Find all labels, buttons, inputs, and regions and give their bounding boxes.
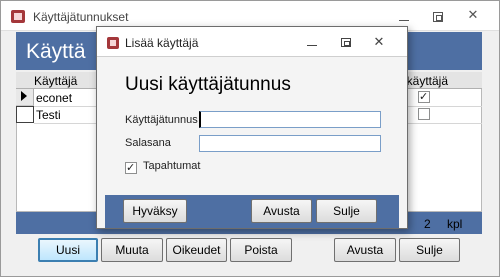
dialog-title: Lisää käyttäjä [125, 36, 199, 50]
record-count: 2 [424, 217, 431, 231]
close-icon[interactable]: ✕ [467, 8, 479, 21]
maximize-icon[interactable] [433, 12, 443, 22]
help-button[interactable]: Avusta [334, 238, 396, 262]
dialog-heading: Uusi käyttäjätunnus [125, 74, 291, 95]
admin-checkbox[interactable] [418, 90, 430, 103]
edit-button[interactable]: Muuta [101, 238, 163, 262]
record-selector-arrow-icon [21, 91, 27, 101]
close-button[interactable]: Sulje [316, 199, 377, 223]
list-item-name[interactable]: Testi [36, 108, 61, 122]
list-item-name[interactable]: econet [36, 91, 72, 105]
rights-button[interactable]: Oikeudet [166, 238, 227, 262]
minimize-icon[interactable] [307, 45, 317, 46]
access-form-icon [107, 37, 119, 49]
close-button[interactable]: Sulje [399, 238, 460, 262]
accept-button[interactable]: Hyväksy [123, 199, 187, 223]
username-field[interactable] [199, 111, 381, 128]
username-label: Käyttäjätunnus [125, 114, 198, 126]
maximize-icon[interactable] [341, 38, 351, 47]
events-checkbox[interactable] [125, 161, 137, 174]
events-checkbox-label[interactable]: Tapahtumat [143, 160, 200, 172]
password-label: Salasana [125, 137, 171, 149]
column-header-admin[interactable]: ikäyttäjä [404, 74, 448, 88]
delete-button[interactable]: Poista [230, 238, 292, 262]
close-icon[interactable]: ✕ [373, 35, 385, 49]
page-title: Käyttä [26, 40, 86, 63]
admin-checkbox[interactable] [418, 108, 430, 120]
column-header-user[interactable]: Käyttäjä [34, 74, 77, 88]
dialog-titlebar[interactable]: Lisää käyttäjä ✕ [97, 27, 407, 57]
record-count-unit: kpl [447, 217, 463, 231]
password-field[interactable] [199, 135, 381, 152]
add-user-dialog: Lisää käyttäjä ✕ Uusi käyttäjätunnus Käy… [96, 26, 408, 229]
main-window-title: Käyttäjätunnukset [33, 10, 129, 24]
help-button[interactable]: Avusta [251, 199, 312, 223]
access-form-icon [11, 10, 25, 23]
new-button[interactable]: Uusi [38, 238, 98, 262]
minimize-icon[interactable] [399, 20, 409, 21]
record-selector[interactable] [16, 106, 34, 123]
